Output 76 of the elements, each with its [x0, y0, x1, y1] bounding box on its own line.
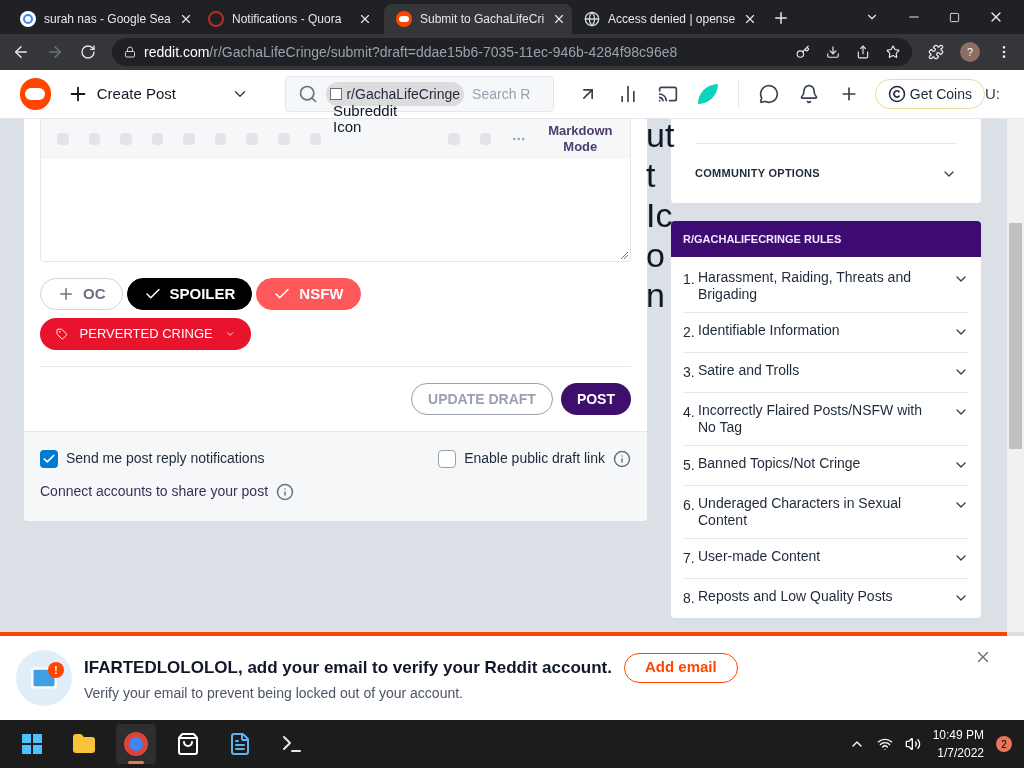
download-icon[interactable] [826, 45, 840, 59]
resize-handle-icon[interactable] [620, 251, 628, 259]
clock-date: 1/7/2022 [937, 745, 984, 762]
lock-icon [124, 46, 136, 58]
new-tab-icon[interactable] [772, 9, 790, 27]
folder-icon[interactable] [72, 732, 96, 756]
post-button[interactable]: POST [560, 383, 631, 415]
plus-icon [57, 285, 75, 303]
checkbox-label: Send me post reply notifications [66, 449, 265, 468]
notepad-icon[interactable] [228, 732, 252, 756]
info-icon[interactable] [276, 482, 295, 501]
checkbox[interactable] [438, 449, 457, 468]
flair-button[interactable]: PERVERTED CRINGE [40, 318, 251, 350]
info-icon[interactable] [613, 449, 631, 468]
store-icon[interactable] [176, 732, 200, 756]
notification-badge[interactable]: 2 [996, 736, 1012, 752]
markdown-mode-toggle[interactable]: Markdown Mode [546, 123, 615, 155]
notifications-icon[interactable] [798, 84, 819, 104]
share-icon[interactable] [856, 45, 870, 59]
url-path: /r/GachaLifeCringe/submit?draft=ddae15b6-7035-11ec-946b-4284f98c96e8 [209, 42, 678, 62]
rule-item[interactable]: 5. Banned Topics/Not Cringe [683, 445, 969, 485]
rule-item[interactable]: 4. Incorrectly Flaired Posts/NSFW with No Tag [683, 392, 969, 445]
browser-tab[interactable]: Notifications - Quora [196, 4, 384, 34]
scrollbar[interactable] [1007, 119, 1024, 632]
banner-subtitle: Verify your email to prevent being locked out of your account. [84, 683, 464, 703]
address-bar[interactable]: reddit.com/r/GachaLifeCringe/submit?draft=ddae15b6-7035-11ec-946b-4284f98c96e8 [112, 38, 912, 66]
key-icon[interactable] [796, 45, 810, 59]
post-tag-button[interactable]: SPOILER [126, 278, 253, 310]
rule-item[interactable]: 1. Harassment, Raiding, Threats and Brigading [683, 257, 969, 312]
url-host: reddit.com [144, 42, 210, 62]
broken-image-alt-text: t [646, 155, 656, 195]
windows-icon[interactable] [22, 734, 42, 754]
chrome-icon[interactable] [124, 732, 148, 756]
close-icon[interactable] [358, 12, 372, 26]
browser-tab[interactable]: surah nas - Google Sea [8, 4, 196, 34]
browser-tab[interactable]: Access denied | opense [572, 4, 760, 34]
broken-image-alt-text: n [646, 275, 665, 315]
broken-image-alt-text: o [646, 235, 665, 275]
checkbox-label: Enable public draft link [464, 449, 605, 468]
cut-off-text: U: [985, 83, 1000, 104]
post-tag-button[interactable]: OC [40, 278, 123, 310]
community-options-label: COMMUNITY OPTIONS [695, 166, 820, 182]
create-post-dropdown[interactable]: Create Post [66, 82, 250, 106]
broken-image-alt-text: ut [646, 119, 675, 155]
rule-item[interactable]: 7. User-made Content [683, 538, 969, 578]
network-icon[interactable] [876, 736, 893, 752]
reload-icon[interactable] [80, 44, 96, 60]
restore-icon[interactable] [949, 11, 960, 23]
clock-time: 10:49 PM [932, 727, 984, 744]
rule-item[interactable]: 8. Reposts and Low Quality Posts [683, 578, 969, 618]
cast-icon[interactable] [657, 84, 678, 104]
broken-image-alt-text: Ic [646, 195, 673, 235]
rule-item[interactable]: 6. Underaged Characters in Sexual Content [683, 485, 969, 538]
community-chip[interactable]: r/GachaLifeCringe [326, 82, 465, 106]
star-icon[interactable] [886, 45, 900, 59]
rules-header: R/GACHALIFECRINGE RULES [671, 221, 981, 257]
search-icon [298, 84, 319, 104]
profile-avatar[interactable]: ? [960, 42, 980, 62]
globe-icon [584, 11, 600, 27]
reddit-icon [396, 11, 412, 27]
connect-accounts-text: Connect accounts to share your post [40, 482, 269, 501]
banner-title: IFARTEDLOLOLOL, add your email to verify your Reddit account. [84, 656, 612, 679]
rule-item[interactable]: 2. Identifiable Information [683, 312, 969, 352]
rule-item[interactable]: 3. Satire and Trolls [683, 352, 969, 392]
forward-icon[interactable] [46, 43, 64, 61]
broken-image-icon [330, 88, 343, 100]
extensions-icon[interactable] [928, 44, 944, 60]
browser-tab[interactable]: Submit to GachaLifeCri [384, 4, 572, 34]
coin-icon [887, 85, 906, 103]
back-icon[interactable] [12, 43, 30, 61]
volume-icon[interactable] [904, 736, 921, 752]
checkbox[interactable] [40, 449, 58, 468]
email-alert-icon: ! [16, 650, 72, 706]
chat-icon[interactable] [758, 84, 779, 104]
reddit-logo[interactable] [20, 78, 51, 110]
search-placeholder: Search R [472, 84, 531, 104]
